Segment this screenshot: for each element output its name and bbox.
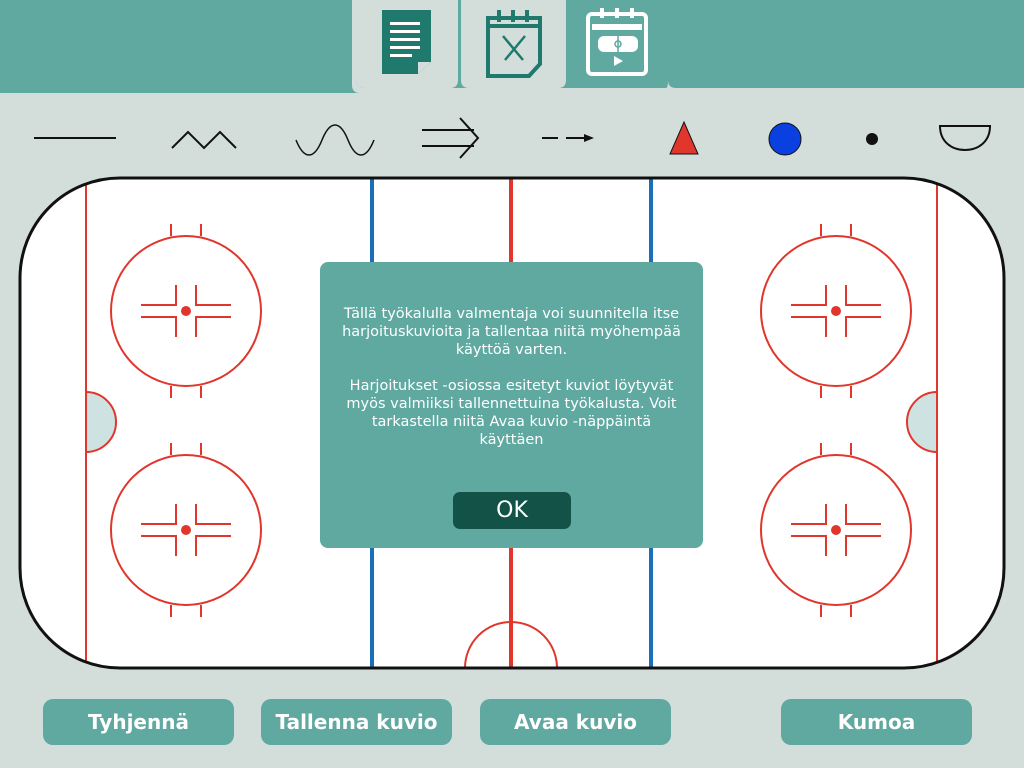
open-pattern-button[interactable]: Avaa kuvio xyxy=(480,699,671,745)
wavy-line-icon[interactable] xyxy=(292,108,378,172)
info-dialog: Tällä työkalulla valmentaja voi suunnite… xyxy=(320,262,703,548)
zigzag-line-icon[interactable] xyxy=(168,108,246,172)
double-arrow-icon[interactable] xyxy=(418,108,484,172)
dashed-arrow-icon[interactable] xyxy=(538,108,600,172)
ok-button[interactable]: OK xyxy=(453,492,571,529)
rink-calendar-icon xyxy=(586,8,648,76)
clear-button[interactable]: Tyhjennä xyxy=(43,699,234,745)
blue-circle-icon[interactable] xyxy=(764,108,806,172)
drawing-tools xyxy=(0,108,1024,172)
red-triangle-icon[interactable] xyxy=(664,108,704,172)
save-pattern-button[interactable]: Tallenna kuvio xyxy=(261,699,452,745)
undo-button[interactable]: Kumoa xyxy=(781,699,972,745)
dialog-paragraph-2: Harjoitukset -osiossa esitetyt kuviot lö… xyxy=(346,378,677,448)
tab-practice[interactable] xyxy=(461,0,566,88)
dialog-paragraph-1: Tällä työkalulla valmentaja voi suunnite… xyxy=(342,306,681,358)
tab-document[interactable] xyxy=(356,0,458,88)
half-circle-icon[interactable] xyxy=(936,108,994,172)
tab-rink[interactable] xyxy=(568,0,668,88)
black-dot-icon[interactable] xyxy=(858,108,886,172)
straight-line-icon[interactable] xyxy=(30,108,120,172)
document-icon xyxy=(382,10,431,74)
